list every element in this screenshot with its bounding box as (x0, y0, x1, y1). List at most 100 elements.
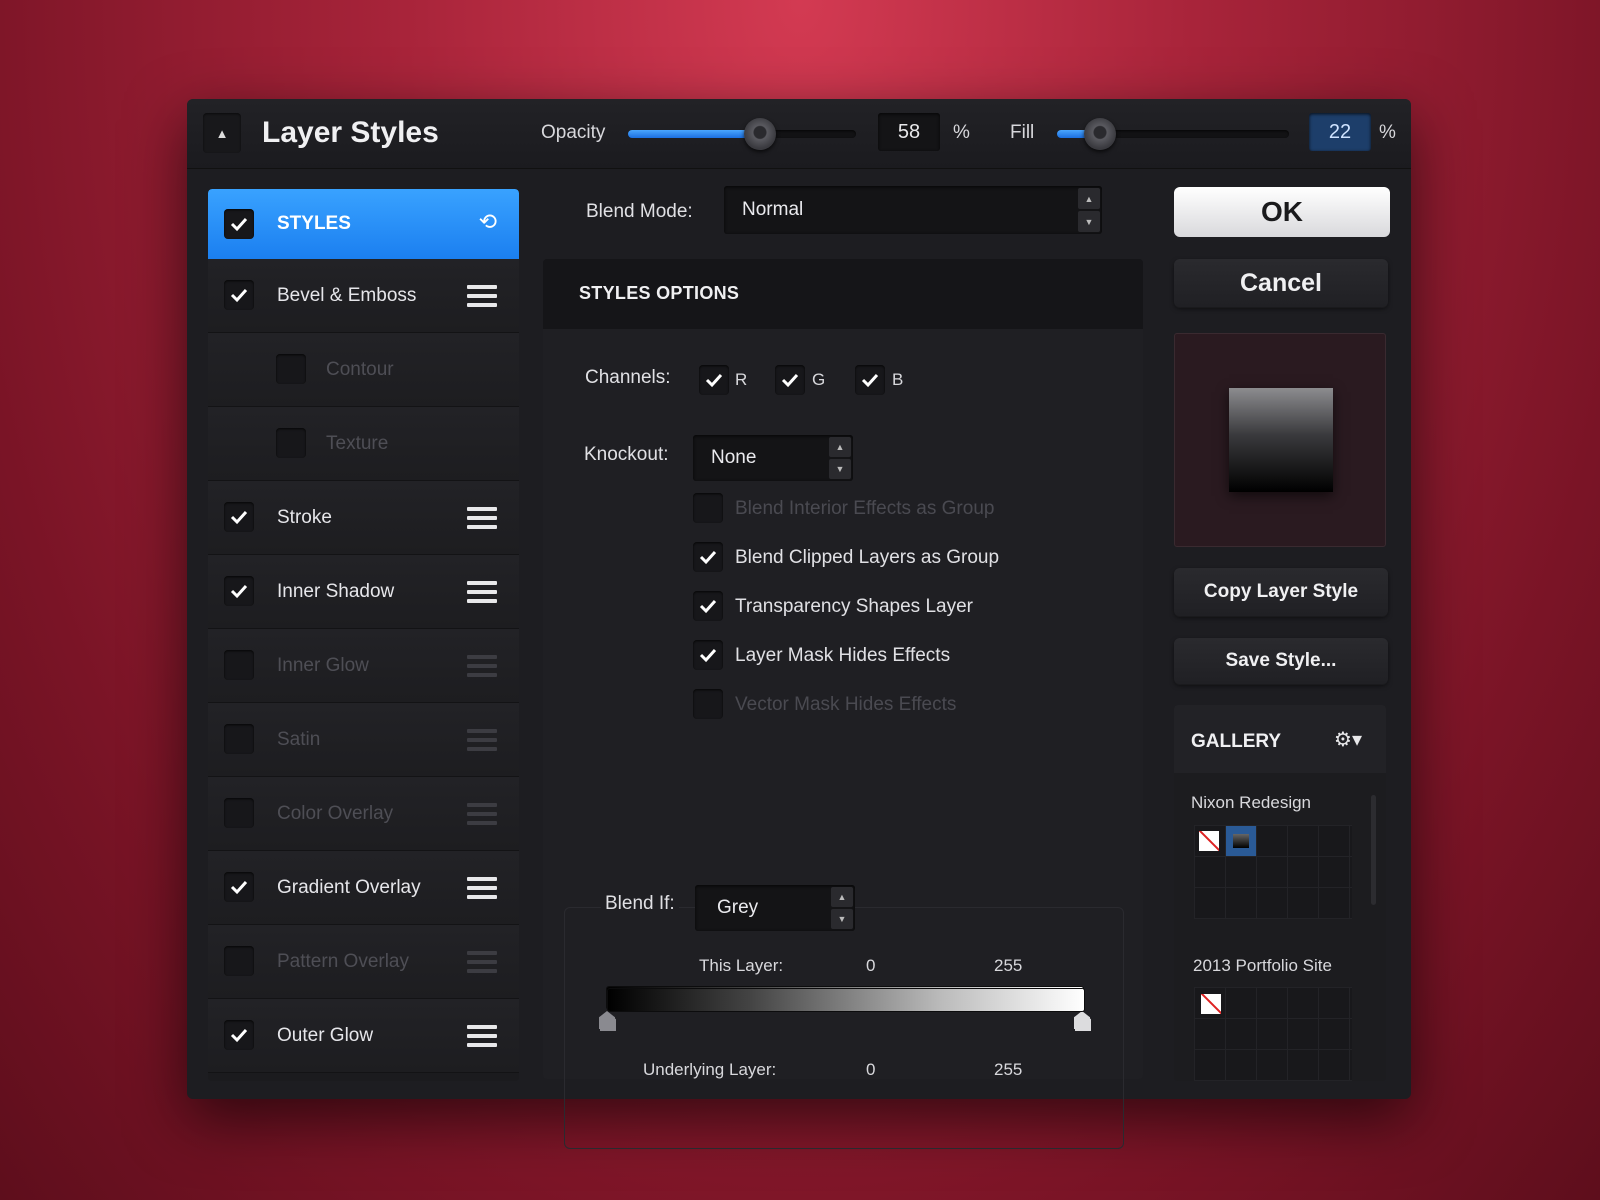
menu-icon[interactable] (467, 1025, 497, 1047)
style-item-checkbox[interactable] (224, 280, 254, 310)
style-item[interactable]: Satin (208, 703, 519, 777)
ok-button[interactable]: OK (1174, 187, 1390, 237)
menu-icon[interactable] (467, 729, 497, 751)
this-layer-min: 0 (866, 956, 876, 975)
reset-icon[interactable]: ⟲ (479, 209, 497, 235)
style-item[interactable]: Pattern Overlay (208, 925, 519, 999)
style-preview (1174, 333, 1386, 547)
style-item[interactable]: Stroke (208, 481, 519, 555)
option-checkbox[interactable] (693, 689, 723, 719)
style-item[interactable]: Contour (208, 333, 519, 407)
menu-icon[interactable] (467, 951, 497, 973)
collapse-button[interactable]: ▲ (203, 113, 241, 153)
fill-label: Fill (1010, 122, 1035, 143)
menu-icon[interactable] (467, 877, 497, 899)
style-item-checkbox[interactable] (276, 354, 306, 384)
no-style-thumbnail[interactable] (1199, 831, 1219, 851)
option-checkbox[interactable] (693, 591, 723, 621)
channels-label: Channels: (585, 367, 671, 388)
checkmark-icon (705, 373, 723, 388)
arrow-down-icon[interactable]: ▼ (831, 909, 853, 929)
save-style-button[interactable]: Save Style... (1174, 638, 1388, 684)
fill-slider-knob[interactable] (1084, 118, 1117, 150)
style-item-checkbox[interactable] (224, 1020, 254, 1050)
channel-b-checkbox[interactable] (855, 365, 885, 395)
style-item-checkbox[interactable] (224, 576, 254, 606)
opacity-slider[interactable] (628, 118, 856, 150)
fill-unit: % (1379, 122, 1396, 143)
style-item[interactable]: Bevel & Emboss (208, 259, 519, 333)
fill-value-field[interactable]: 22 (1309, 113, 1371, 151)
channel-r-checkbox[interactable] (699, 365, 729, 395)
arrow-up-icon[interactable]: ▲ (831, 887, 853, 907)
menu-icon[interactable] (467, 507, 497, 529)
gallery-scrollbar[interactable] (1371, 795, 1376, 905)
style-item[interactable]: Color Overlay (208, 777, 519, 851)
menu-icon[interactable] (467, 655, 497, 677)
style-item-checkbox[interactable] (276, 428, 306, 458)
menu-icon[interactable] (467, 803, 497, 825)
checkmark-icon (230, 584, 248, 599)
style-item[interactable]: Gradient Overlay (208, 851, 519, 925)
underlying-layer-min: 0 (866, 1060, 876, 1079)
channel-g-label: G (812, 370, 826, 389)
arrow-down-icon[interactable]: ▼ (1078, 211, 1100, 232)
opacity-label: Opacity (541, 122, 606, 143)
gallery-panel: GALLERY ⚙▾ Nixon Redesign 2013 Portfolio… (1174, 705, 1386, 1081)
style-item-checkbox[interactable] (224, 724, 254, 754)
channel-b-label: B (892, 370, 904, 389)
style-item-checkbox[interactable] (224, 798, 254, 828)
style-item-label: Texture (326, 433, 389, 454)
window-title: Layer Styles (262, 116, 439, 149)
style-item-checkbox[interactable] (224, 872, 254, 902)
underlying-layer-max: 255 (994, 1060, 1023, 1079)
checkmark-icon (230, 880, 248, 895)
style-item-checkbox[interactable] (224, 650, 254, 680)
selected-style-thumbnail[interactable] (1226, 826, 1256, 856)
gallery-group-name: 2013 Portfolio Site (1193, 956, 1332, 975)
channel-g-checkbox[interactable] (775, 365, 805, 395)
triangle-up-icon: ▲ (215, 125, 229, 141)
style-item[interactable]: Inner Shadow (208, 555, 519, 629)
arrow-up-icon[interactable]: ▲ (829, 437, 851, 457)
blend-mode-select[interactable]: Normal ▲ ▼ (724, 186, 1102, 234)
menu-icon[interactable] (467, 581, 497, 603)
blend-mode-stepper[interactable]: ▲ ▼ (1078, 188, 1100, 232)
option-checkbox-label: Blend Interior Effects as Group (735, 498, 995, 519)
option-checkbox[interactable] (693, 640, 723, 670)
option-checkbox[interactable] (693, 542, 723, 572)
option-checkbox[interactable] (693, 493, 723, 523)
style-item-label: Inner Shadow (277, 581, 395, 602)
this-layer-max: 255 (994, 956, 1023, 975)
fill-slider[interactable] (1057, 118, 1289, 150)
checkmark-icon (230, 510, 248, 525)
style-item[interactable]: Inner Glow (208, 629, 519, 703)
arrow-up-icon[interactable]: ▲ (1078, 188, 1100, 209)
styles-header[interactable]: STYLES ⟲ (208, 189, 519, 260)
style-item-label: Stroke (277, 507, 332, 528)
style-item-label: Bevel & Emboss (277, 285, 417, 306)
copy-layer-style-button[interactable]: Copy Layer Style (1174, 568, 1388, 616)
menu-icon[interactable] (467, 285, 497, 307)
style-item[interactable]: Outer Glow (208, 999, 519, 1073)
arrow-down-icon[interactable]: ▼ (829, 459, 851, 479)
style-item-checkbox[interactable] (224, 502, 254, 532)
this-layer-label: This Layer: (699, 956, 784, 975)
checkmark-icon (699, 648, 717, 663)
opacity-value-field[interactable]: 58 (878, 113, 940, 151)
option-checkbox-label: Blend Clipped Layers as Group (735, 547, 1000, 568)
title-bar: ▲ Layer Styles Opacity 58 % Fill 22 % (187, 99, 1411, 169)
cancel-button[interactable]: Cancel (1174, 259, 1388, 307)
no-style-thumbnail[interactable] (1201, 994, 1221, 1014)
styles-options-title: STYLES OPTIONS (579, 283, 740, 303)
underlying-layer-gradient[interactable] (608, 989, 1084, 1011)
style-item[interactable]: Texture (208, 407, 519, 481)
opacity-slider-knob[interactable] (744, 118, 777, 150)
gear-icon[interactable]: ⚙▾ (1334, 727, 1362, 752)
style-item-checkbox[interactable] (224, 946, 254, 976)
knockout-select[interactable]: None ▲ ▼ (693, 435, 853, 481)
blend-if-stepper[interactable]: ▲ ▼ (831, 887, 853, 929)
knockout-stepper[interactable]: ▲ ▼ (829, 437, 851, 479)
styles-header-checkbox[interactable] (224, 209, 254, 239)
blend-if-select[interactable]: Grey ▲ ▼ (695, 885, 855, 931)
